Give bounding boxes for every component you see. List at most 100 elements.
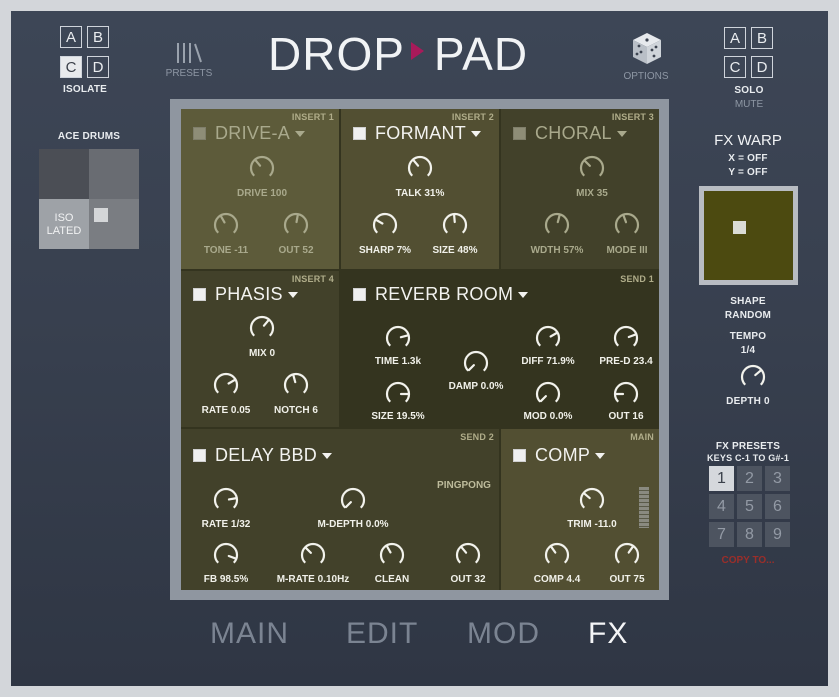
tone-knob-label: TONE -11 (203, 245, 249, 256)
warp-xy-pad[interactable] (704, 191, 793, 280)
damp-knob[interactable] (461, 348, 491, 378)
slot-reverb: SEND 1 REVERB ROOM TIME 1.3k SIZE 19.5% … (341, 271, 659, 427)
delay-rate-knob[interactable] (211, 485, 241, 515)
feedback-knob[interactable] (211, 540, 241, 570)
tab-mod[interactable]: MOD (467, 617, 540, 651)
fx-preset-2-button[interactable]: 2 (737, 466, 762, 491)
chevron-down-icon[interactable] (595, 452, 606, 459)
solo-a-button[interactable]: A (724, 27, 746, 49)
delay-out-knob-label: OUT 32 (450, 574, 486, 585)
talk-knob[interactable] (405, 153, 435, 183)
chevron-down-icon[interactable] (287, 291, 298, 298)
mod-knob[interactable] (533, 379, 563, 409)
pre-delay-knob[interactable] (611, 323, 641, 353)
tab-edit[interactable]: EDIT (346, 617, 418, 651)
isolate-a-button[interactable]: A (60, 26, 82, 48)
drive-out-knob-label: OUT 52 (278, 245, 314, 256)
drive-name[interactable]: DRIVE-A (215, 123, 290, 144)
slot-comp-label: MAIN (630, 432, 654, 442)
mute-label[interactable]: MUTE (719, 99, 779, 110)
tab-fx[interactable]: FX (588, 617, 628, 651)
copy-to-button[interactable]: COPY TO... (691, 555, 805, 566)
mode-knob[interactable] (612, 210, 642, 240)
diff-knob[interactable] (533, 323, 563, 353)
feedback-knob-label: FB 98.5% (203, 574, 249, 585)
phasis-mix-knob[interactable] (247, 313, 277, 343)
m-depth-knob[interactable] (338, 485, 368, 515)
product-logo: DROP PAD (268, 28, 529, 80)
knob-ring (544, 212, 570, 234)
formant-enable-checkbox[interactable] (353, 127, 366, 140)
phasis-enable-checkbox[interactable] (193, 288, 206, 301)
choral-name[interactable]: CHORAL (535, 123, 612, 144)
comp-amount-knob[interactable] (542, 540, 572, 570)
slot-choral: INSERT 3 CHORAL MIX 35 WDTH 57% MODE III (501, 109, 659, 269)
pad-cell[interactable] (89, 149, 139, 199)
damp-knob-label: DAMP 0.0% (448, 381, 504, 392)
comp-out-knob[interactable] (612, 540, 642, 570)
trim-knob[interactable] (577, 485, 607, 515)
pad-cell-isolated[interactable]: ISO LATED (39, 199, 89, 249)
phasis-name[interactable]: PHASIS (215, 284, 283, 305)
solo-label[interactable]: SOLO (719, 85, 779, 96)
reverb-out-knob[interactable] (611, 379, 641, 409)
solo-c-button[interactable]: C (724, 56, 746, 78)
presets-label[interactable]: PRESETS (159, 68, 219, 79)
drive-enable-checkbox[interactable] (193, 127, 206, 140)
chevron-down-icon[interactable] (518, 291, 529, 298)
isolate-d-button[interactable]: D (87, 56, 109, 78)
chevron-down-icon[interactable] (295, 130, 306, 137)
fx-preset-6-button[interactable]: 6 (765, 494, 790, 519)
tempo-value[interactable]: 1/4 (691, 345, 805, 356)
fx-preset-7-button[interactable]: 7 (709, 522, 734, 547)
dice-icon[interactable] (630, 31, 664, 67)
comp-name[interactable]: COMP (535, 445, 590, 466)
comp-enable-checkbox[interactable] (513, 449, 526, 462)
shape-value[interactable]: RANDOM (691, 310, 805, 321)
chevron-down-icon[interactable] (322, 452, 333, 459)
fx-preset-4-button[interactable]: 4 (709, 494, 734, 519)
pad-cell[interactable] (39, 149, 89, 199)
isolate-b-button[interactable]: B (87, 26, 109, 48)
choral-mix-knob[interactable] (577, 153, 607, 183)
fx-preset-9-button[interactable]: 9 (765, 522, 790, 547)
width-knob[interactable] (542, 210, 572, 240)
pad-cell[interactable] (89, 199, 139, 249)
delay-enable-checkbox[interactable] (193, 449, 206, 462)
fx-preset-1-button[interactable]: 1 (709, 466, 734, 491)
formant-size-knob[interactable] (440, 210, 470, 240)
pad-grid[interactable]: ISO LATED (39, 149, 139, 249)
m-rate-knob[interactable] (298, 540, 328, 570)
knob-ring (613, 325, 639, 347)
options-label[interactable]: OPTIONS (616, 71, 676, 82)
reverb-size-knob[interactable] (383, 379, 413, 409)
solo-d-button[interactable]: D (751, 56, 773, 78)
warp-xy-handle[interactable] (733, 221, 746, 234)
knob-ring (283, 372, 309, 394)
chevron-down-icon[interactable] (471, 130, 482, 137)
reverb-enable-checkbox[interactable] (353, 288, 366, 301)
fx-preset-5-button[interactable]: 5 (737, 494, 762, 519)
tone-knob[interactable] (211, 210, 241, 240)
drive-out-knob[interactable] (281, 210, 311, 240)
fx-preset-3-button[interactable]: 3 (765, 466, 790, 491)
choral-enable-checkbox[interactable] (513, 127, 526, 140)
warp-depth-knob[interactable] (738, 362, 768, 392)
solo-b-button[interactable]: B (751, 27, 773, 49)
tab-main[interactable]: MAIN (210, 617, 289, 651)
clean-knob[interactable] (377, 540, 407, 570)
drive-knob[interactable] (247, 153, 277, 183)
notch-knob[interactable] (281, 370, 311, 400)
pingpong-toggle[interactable]: PINGPONG (437, 480, 491, 491)
isolate-c-button[interactable]: C (60, 56, 82, 78)
formant-name[interactable]: FORMANT (375, 123, 466, 144)
reverb-name[interactable]: REVERB ROOM (375, 284, 513, 305)
delay-name[interactable]: DELAY BBD (215, 445, 317, 466)
fx-preset-8-button[interactable]: 8 (737, 522, 762, 547)
time-knob[interactable] (383, 323, 413, 353)
chevron-down-icon[interactable] (616, 130, 627, 137)
sharp-knob[interactable] (370, 210, 400, 240)
phasis-rate-knob[interactable] (211, 370, 241, 400)
delay-out-knob[interactable] (453, 540, 483, 570)
presets-icon[interactable] (174, 41, 204, 65)
